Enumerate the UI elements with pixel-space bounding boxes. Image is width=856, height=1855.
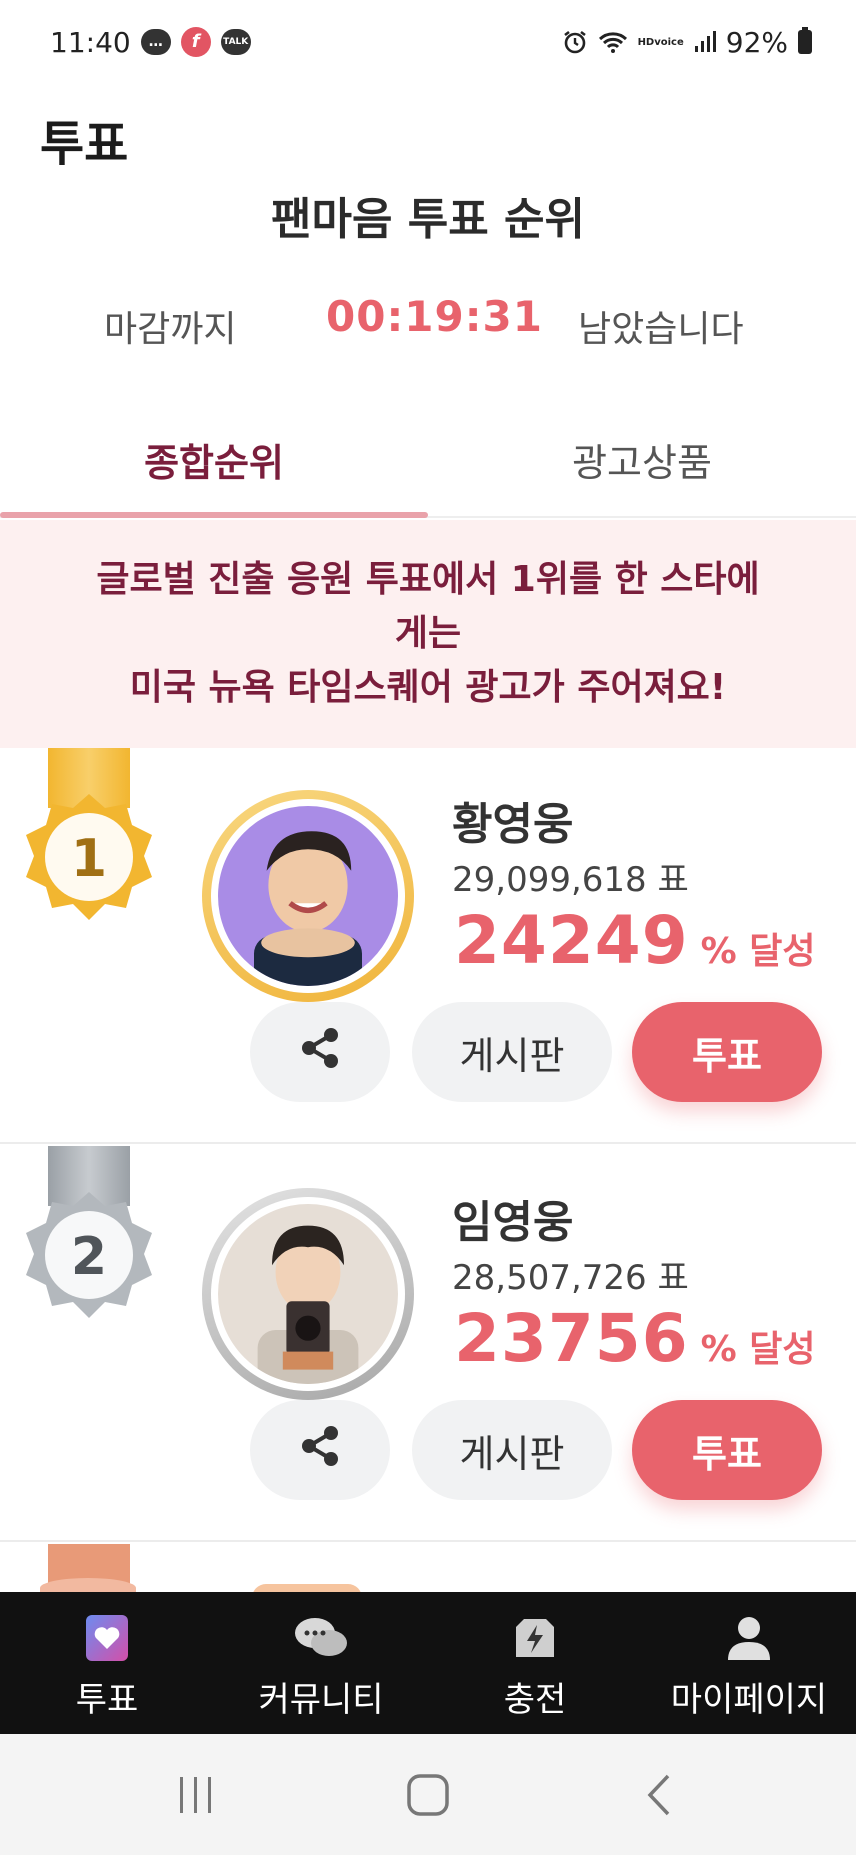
recent-apps-icon <box>180 1776 211 1813</box>
banner-line-2: 게는 <box>394 613 462 654</box>
avatar[interactable] <box>202 790 414 1002</box>
achievement-unit: % 달성 <box>700 1329 816 1370</box>
nav-label: 커뮤니티 <box>258 1680 384 1720</box>
share-button[interactable] <box>250 1400 390 1500</box>
ranking-row-partial <box>0 1544 856 1604</box>
star-name: 임영웅 <box>452 1197 574 1248</box>
share-icon <box>297 1423 343 1478</box>
silver-medal-icon: 2 <box>20 1188 158 1326</box>
battery-percent: 92% <box>725 25 788 59</box>
vote-count: 29,099,618 표 <box>452 860 689 900</box>
status-time: 11:40 <box>50 25 131 59</box>
deadline-prefix: 마감까지 <box>104 309 237 350</box>
status-bar: 11:40 … f TALK HD voice 92% <box>0 0 856 84</box>
avatar-frame <box>211 1197 405 1391</box>
ranking-row: 2 임영웅 28,507,726 표 23756 % 달성 게시판 투표 <box>0 1146 856 1542</box>
page-title: 투표 <box>40 116 129 172</box>
nav-charge[interactable]: 충전 <box>428 1592 642 1734</box>
avatar-frame <box>211 799 405 993</box>
info-banner: 글로벌 진출 응원 투표에서 1위를 한 스타에 게는 미국 뉴욕 타임스퀘어 … <box>0 520 856 748</box>
achievement-percent: 24249 <box>454 902 689 979</box>
active-tab-indicator <box>0 512 428 518</box>
vote-count: 28,507,726 표 <box>452 1258 689 1298</box>
nav-label: 투표 <box>75 1680 139 1720</box>
home-icon <box>407 1773 449 1816</box>
ranking-row: 1 황영웅 29,099,618 표 24249 % 달성 게시판 투표 <box>0 748 856 1144</box>
nav-label: 마이페이지 <box>670 1680 828 1720</box>
vote-button[interactable]: 투표 <box>632 1400 822 1500</box>
talk-notification-icon: TALK <box>220 29 251 55</box>
achievement-percent: 23756 <box>454 1300 689 1377</box>
hd-voice-top: HD <box>637 36 655 48</box>
hd-voice-icon: HD voice <box>638 37 684 48</box>
hd-voice-bottom: voice <box>654 36 684 48</box>
achievement-rate: 24249 % 달성 <box>454 902 815 979</box>
star-photo <box>218 806 398 986</box>
section-title-text: 팬마음 투표 순위 <box>271 194 585 245</box>
user-icon <box>721 1610 777 1666</box>
signal-icon <box>694 31 716 53</box>
nav-community[interactable]: 커뮤니티 <box>214 1592 428 1734</box>
star-name: 황영웅 <box>452 799 574 850</box>
share-button[interactable] <box>250 1002 390 1102</box>
tab-ad-products[interactable]: 광고상품 <box>428 432 856 487</box>
recent-apps-button[interactable] <box>156 1755 236 1835</box>
board-button[interactable]: 게시판 <box>412 1002 612 1102</box>
back-button[interactable] <box>620 1755 700 1835</box>
tab-bar: 종합순위 광고상품 <box>0 420 856 518</box>
banner-line-3: 미국 뉴욕 타임스퀘어 광고가 주어져요! <box>129 667 727 708</box>
nav-mypage[interactable]: 마이페이지 <box>642 1592 856 1734</box>
board-button[interactable]: 게시판 <box>412 1400 612 1500</box>
lightning-shop-icon <box>507 1610 563 1666</box>
avatar[interactable] <box>202 1188 414 1400</box>
home-button[interactable] <box>388 1755 468 1835</box>
countdown-timer: 00:19:31 <box>326 292 543 341</box>
chat-bubbles-icon <box>293 1610 349 1666</box>
system-navigation <box>0 1734 856 1855</box>
section-title: 팬마음 투표 순위 <box>0 194 856 246</box>
status-left: 11:40 … f TALK <box>50 26 251 59</box>
tab-overall-ranking[interactable]: 종합순위 <box>0 432 428 487</box>
alarm-icon <box>562 29 588 55</box>
nav-vote[interactable]: 투표 <box>0 1592 214 1734</box>
heart-card-icon <box>79 1610 135 1666</box>
vote-screen: 11:40 … f TALK HD voice 92% 투표 팬마음 투표 순위… <box>0 0 856 1855</box>
wifi-icon <box>598 30 628 54</box>
rank-number: 1 <box>71 829 107 889</box>
nav-label: 충전 <box>503 1680 567 1720</box>
app-notification-icon: f <box>180 27 211 57</box>
share-icon <box>297 1025 343 1080</box>
back-icon <box>647 1774 670 1815</box>
gold-medal-icon: 1 <box>20 790 158 928</box>
banner-line-1: 글로벌 진출 응원 투표에서 1위를 한 스타에 <box>96 559 760 600</box>
status-right: HD voice 92% <box>562 26 812 59</box>
achievement-unit: % 달성 <box>700 931 816 972</box>
chat-notification-icon: … <box>140 29 171 55</box>
deadline-suffix: 남았습니다 <box>578 309 744 350</box>
vote-button[interactable]: 투표 <box>632 1002 822 1102</box>
battery-icon <box>798 27 812 54</box>
achievement-rate: 23756 % 달성 <box>454 1300 815 1377</box>
rank-number: 2 <box>71 1227 107 1287</box>
bottom-navigation: 투표 커뮤니티 충전 마이페이지 <box>0 1592 856 1734</box>
star-photo <box>218 1204 398 1384</box>
deadline-countdown: 마감까지 00:19:31 남았습니다 <box>0 292 856 352</box>
